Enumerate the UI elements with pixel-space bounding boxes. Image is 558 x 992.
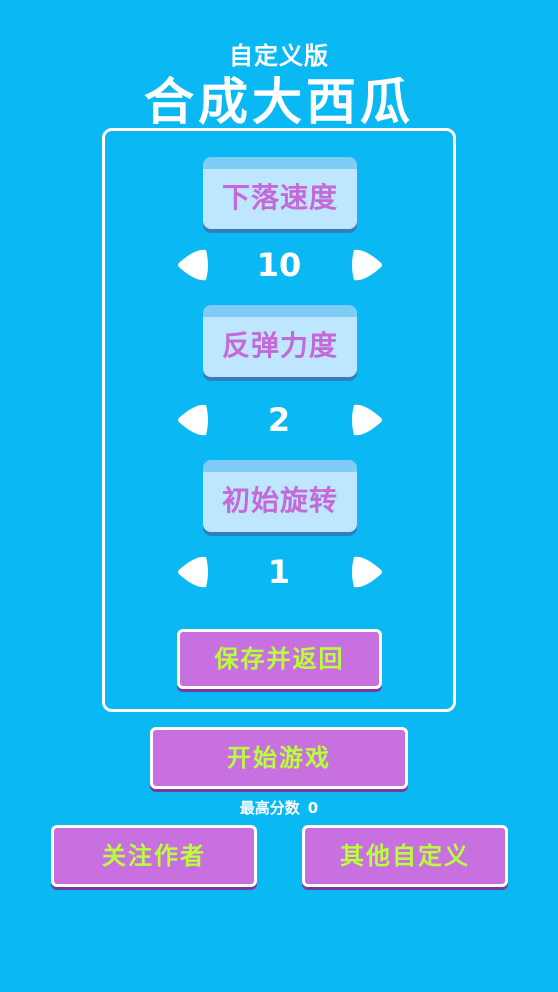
arrow-left-icon [178,556,208,588]
highscore-label: 最高分数 [239,799,300,817]
arrow-right-icon [352,556,382,588]
initial-spin-increase-button[interactable] [350,553,384,591]
save-return-button[interactable]: 保存并返回 [177,629,382,689]
highscore-display: 最高分数 0 [0,797,558,818]
setting-label-initial-spin: 初始旋转 [203,460,357,532]
bounce-force-increase-button[interactable] [350,401,384,439]
follow-author-button[interactable]: 关注作者 [51,825,257,887]
fall-speed-decrease-button[interactable] [176,246,210,284]
fall-speed-increase-button[interactable] [350,246,384,284]
arrow-right-icon [352,249,382,281]
bounce-force-decrease-button[interactable] [176,401,210,439]
setting-label-bounce-force: 反弹力度 [203,305,357,377]
initial-spin-value: 1 [267,553,291,591]
arrow-left-icon [178,249,208,281]
bounce-force-value: 2 [267,401,291,439]
setting-label-fall-speed: 下落速度 [203,157,357,229]
initial-spin-decrease-button[interactable] [176,553,210,591]
game-title: 合成大西瓜 [144,73,414,131]
other-custom-button[interactable]: 其他自定义 [302,825,508,887]
fall-speed-value: 10 [256,246,302,284]
highscore-value: 0 [307,799,319,817]
arrow-left-icon [178,404,208,436]
start-game-button[interactable]: 开始游戏 [150,727,408,789]
arrow-right-icon [352,404,382,436]
